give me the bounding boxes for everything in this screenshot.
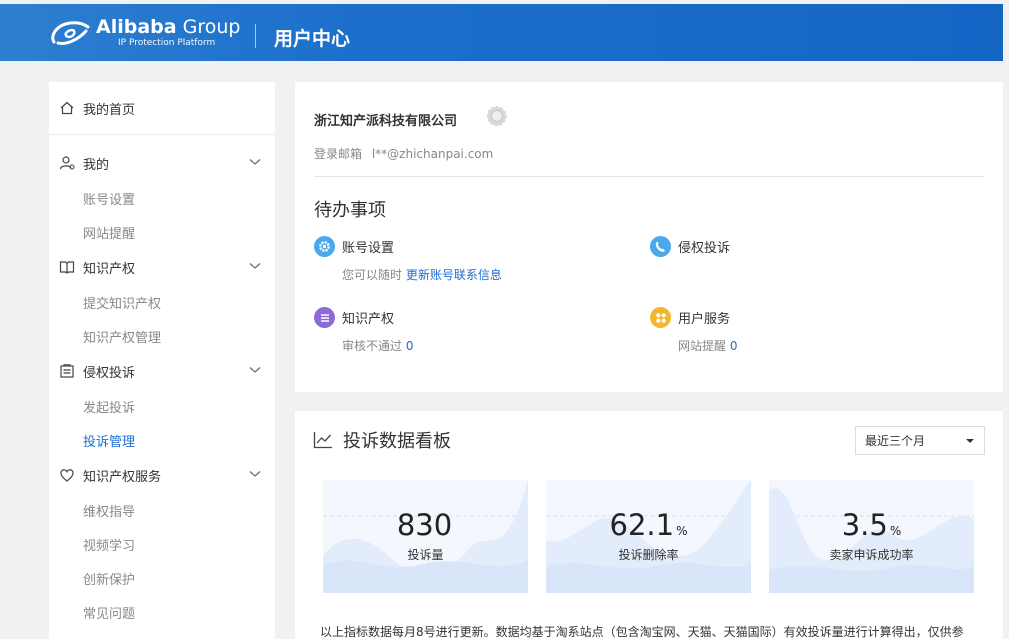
todo-sub-text: 您可以随时: [342, 268, 403, 282]
brand-name: Alibaba: [96, 16, 177, 38]
todo-complaint: 侵权投诉: [650, 236, 730, 257]
brand-suffix: Group: [182, 16, 241, 38]
chevron-down-icon[interactable]: [249, 366, 261, 374]
period-select-value: 最近三个月: [865, 434, 926, 448]
todo-title-account-settings: 账号设置: [342, 241, 395, 256]
sidebar-item-file-complaint[interactable]: 发起投诉: [49, 389, 275, 423]
heart-icon: [59, 467, 75, 483]
site-alert-count-link[interactable]: 0: [730, 339, 738, 353]
clipboard-icon: [59, 363, 75, 379]
profile-card: 浙江知产派科技有限公司 登录邮箱 l**@zhichanpai.com 待办事项…: [295, 82, 1003, 392]
sidebar-item-account-settings[interactable]: 账号设置: [49, 181, 275, 215]
stat-value: 830: [396, 508, 453, 542]
company-name: 浙江知产派科技有限公司: [314, 114, 458, 129]
page-title: 用户中心: [274, 28, 351, 50]
stat-label: 卖家申诉成功率: [829, 548, 914, 562]
phone-icon: [650, 236, 671, 257]
email-label: 登录邮箱: [314, 147, 363, 161]
todo-title-ip: 知识产权: [342, 312, 395, 327]
sidebar-group-label: 知识产权服务: [83, 469, 162, 485]
sidebar-group-label: 我的: [83, 157, 110, 173]
sidebar: 我的首页 我的 账号设置 网站提醒 知识产权 提交知识产权 知识产权管理 侵权投…: [49, 82, 275, 639]
update-contact-link[interactable]: 更新账号联系信息: [406, 268, 502, 282]
stat-unit: %: [889, 524, 902, 538]
grid-icon: [650, 307, 671, 328]
chevron-down-icon[interactable]: [249, 470, 261, 478]
gear-icon: [314, 236, 335, 257]
stat-complaint-count: 830 投诉量: [323, 480, 528, 593]
list-icon: [314, 307, 335, 328]
email-value: l**@zhichanpai.com: [371, 147, 494, 161]
rejected-count-link[interactable]: 0: [406, 339, 414, 353]
sidebar-item-complaint-management[interactable]: 投诉管理: [49, 423, 275, 457]
caret-down-icon: [966, 439, 974, 443]
todo-title-user-service: 用户服务: [678, 312, 731, 327]
dashboard-title: 投诉数据看板: [343, 431, 451, 452]
stat-label: 投诉删除率: [618, 548, 679, 562]
alibaba-logo[interactable]: Alibaba Group IP Protection Platform: [48, 16, 240, 50]
verification-badge-icon: [486, 105, 508, 127]
sidebar-group-label: 侵权投诉: [83, 365, 136, 381]
chevron-down-icon[interactable]: [249, 158, 261, 166]
login-email-row: 登录邮箱 l**@zhichanpai.com: [314, 145, 493, 162]
stat-unit: %: [676, 524, 688, 538]
todo-title: 待办事项: [314, 200, 386, 221]
stat-value: 62.1: [609, 508, 675, 542]
sidebar-item-site-alerts[interactable]: 网站提醒: [49, 215, 275, 249]
divider: [314, 176, 985, 177]
period-select[interactable]: 最近三个月: [855, 426, 985, 455]
sidebar-group-ip[interactable]: 知识产权: [49, 249, 275, 285]
sidebar-group-label: 知识产权: [83, 261, 136, 277]
sidebar-item-video-learning[interactable]: 视频学习: [49, 527, 275, 561]
complaint-dashboard: 投诉数据看板 最近三个月 830 投诉量 62.1% 投诉删除率 3.5% 卖家…: [295, 411, 1003, 639]
stat-deletion-rate: 62.1% 投诉删除率: [546, 480, 751, 593]
top-header: Alibaba Group IP Protection Platform 用户中…: [0, 4, 1003, 61]
alibaba-logo-icon: [51, 21, 90, 45]
user-icon: [59, 155, 75, 171]
stat-appeal-success-rate: 3.5% 卖家申诉成功率: [769, 480, 974, 593]
chevron-down-icon[interactable]: [249, 262, 261, 270]
stat-label: 投诉量: [407, 548, 444, 562]
todo-title-complaint: 侵权投诉: [678, 241, 731, 256]
todo-ip: 知识产权 审核不通过 0: [314, 307, 413, 354]
sidebar-item-innovation-protection[interactable]: 创新保护: [49, 561, 275, 595]
stat-value: 3.5: [841, 508, 888, 542]
sidebar-group-mine[interactable]: 我的: [49, 145, 275, 181]
sidebar-home-label: 我的首页: [83, 102, 136, 118]
sidebar-group-ip-services[interactable]: 知识产权服务: [49, 457, 275, 493]
todo-sub-text: 网站提醒: [678, 339, 727, 353]
home-icon: [59, 100, 75, 116]
brand-tagline: IP Protection Platform: [118, 38, 216, 48]
sidebar-item-faq[interactable]: 常见问题: [49, 595, 275, 629]
todo-account-settings: 账号设置 您可以随时 更新账号联系信息: [314, 236, 502, 283]
sidebar-group-complaint[interactable]: 侵权投诉: [49, 353, 275, 389]
sidebar-item-submit-ip[interactable]: 提交知识产权: [49, 285, 275, 319]
sidebar-item-home[interactable]: 我的首页: [49, 82, 275, 135]
header-divider: [255, 24, 256, 48]
todo-user-service: 用户服务 网站提醒 0: [650, 307, 737, 354]
todo-sub-text: 审核不通过: [342, 339, 403, 353]
line-chart-icon: [313, 432, 332, 449]
dashboard-note: 以上指标数据每月8号进行更新。数据均基于淘系站点（包含淘宝网、天猫、天猫国际）有…: [320, 625, 964, 639]
sidebar-item-ip-management[interactable]: 知识产权管理: [49, 319, 275, 353]
sidebar-item-rights-guide[interactable]: 维权指导: [49, 493, 275, 527]
book-icon: [59, 259, 75, 275]
